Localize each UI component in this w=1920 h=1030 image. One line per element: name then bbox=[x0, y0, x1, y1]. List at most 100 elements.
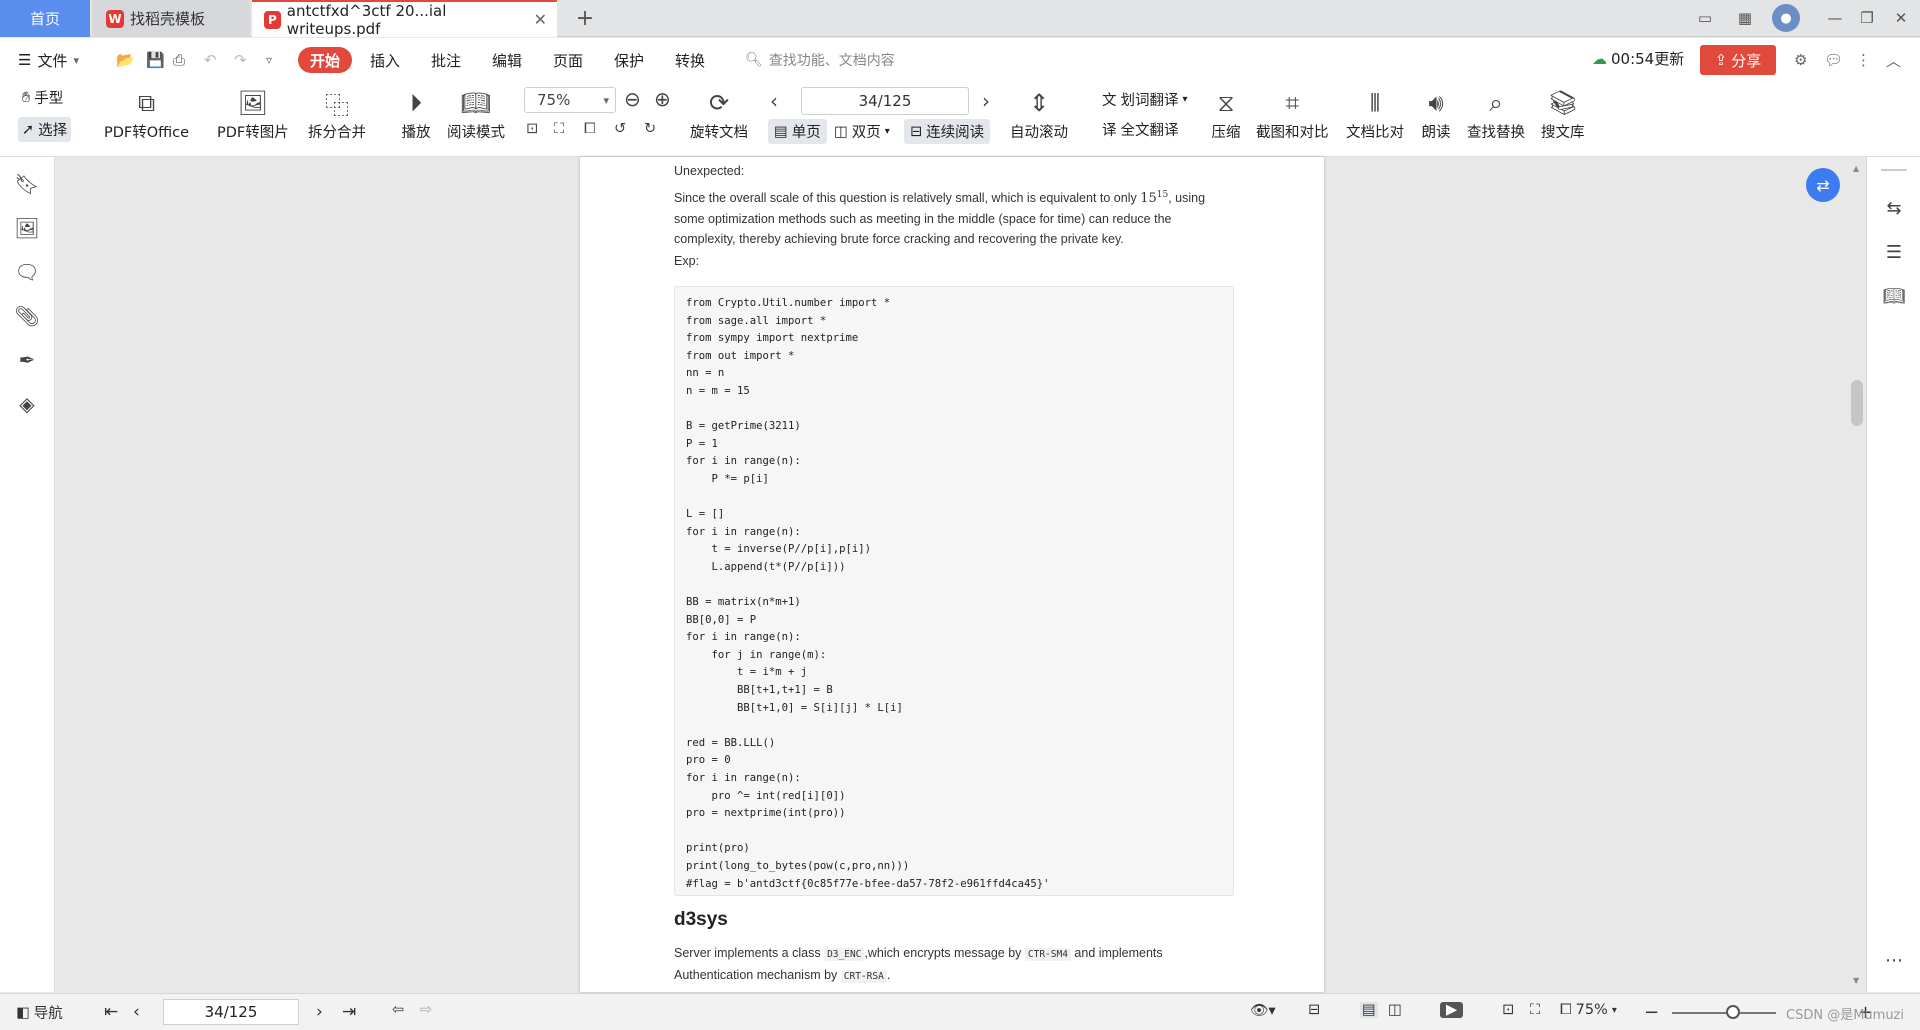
status-page-input[interactable]: 34/125 bbox=[163, 999, 299, 1025]
pdf-to-image-button[interactable]: 🖼︎ PDF转图片 bbox=[217, 87, 289, 142]
back-icon[interactable]: ⇦ bbox=[392, 1002, 404, 1018]
menu-protect[interactable]: 保护 bbox=[614, 47, 644, 73]
play-button[interactable]: ⏵ 播放 bbox=[400, 87, 432, 142]
collapse-ribbon-icon[interactable]: ︿ bbox=[1886, 47, 1901, 73]
read-mode-button[interactable]: 📖︎ 阅读模式 bbox=[447, 87, 505, 142]
zoom-slider[interactable] bbox=[1672, 1012, 1776, 1014]
layers-icon[interactable]: ◈ bbox=[14, 391, 40, 417]
full-translate-button[interactable]: 译 全文翻译 bbox=[1102, 119, 1179, 140]
close-window-icon[interactable]: ✕ bbox=[1888, 6, 1914, 30]
close-tab-icon[interactable]: ✕ bbox=[534, 10, 547, 29]
apps-grid-icon[interactable]: ▦ bbox=[1732, 6, 1758, 30]
rotate-left-icon[interactable]: ↺ bbox=[614, 121, 626, 137]
share-button[interactable]: ⇪ 分享 bbox=[1700, 45, 1776, 75]
continuous-view-icon[interactable]: ⊟ bbox=[1308, 1002, 1320, 1018]
zoom-out-icon[interactable]: ⊖ bbox=[624, 87, 641, 111]
layout-icon[interactable]: ▭ bbox=[1692, 6, 1718, 30]
rotate-document-button[interactable]: ⟳ 旋转文档 bbox=[690, 87, 748, 142]
floating-convert-icon[interactable]: ⇄ bbox=[1806, 168, 1840, 202]
hand-tool[interactable]: ✋︎ 手型 bbox=[22, 87, 63, 108]
bookmark-icon[interactable]: 🔖︎ bbox=[14, 171, 40, 197]
open-icon[interactable]: 📂 bbox=[116, 47, 135, 73]
scroll-up-icon[interactable]: ▲ bbox=[1853, 164, 1859, 173]
properties-sliders-icon[interactable]: ☰ bbox=[1881, 239, 1907, 265]
tab-templates[interactable]: W 找稻壳模板 bbox=[92, 0, 250, 37]
new-tab-button[interactable]: + bbox=[570, 0, 600, 37]
restore-icon[interactable]: ❐ bbox=[1854, 6, 1880, 30]
attachment-icon[interactable]: 📎︎ bbox=[14, 303, 40, 329]
auto-scroll-button[interactable]: ⇕ 自动滚动 bbox=[1010, 87, 1068, 142]
minimize-icon[interactable]: — bbox=[1822, 6, 1848, 30]
rotate-right-icon[interactable]: ↻ bbox=[644, 121, 656, 137]
save-icon[interactable]: 💾 bbox=[146, 47, 165, 73]
last-page-icon[interactable]: ⇥ bbox=[342, 1002, 356, 1022]
eye-protection-icon[interactable]: 👁︎▾ bbox=[1250, 1002, 1276, 1019]
menu-start[interactable]: 开始 bbox=[298, 47, 353, 73]
menu-annotate[interactable]: 批注 bbox=[431, 47, 461, 73]
screenshot-compare-button[interactable]: ⌗ 截图和对比 bbox=[1256, 87, 1329, 142]
zoom-out-icon[interactable]: − bbox=[1644, 1002, 1659, 1023]
fit-width-icon[interactable]: ⧠ bbox=[584, 121, 596, 137]
next-page-icon[interactable]: › bbox=[316, 1002, 323, 1022]
print-icon[interactable]: ⎙ bbox=[173, 47, 185, 73]
zoom-slider-knob[interactable] bbox=[1726, 1005, 1740, 1019]
next-page-icon[interactable]: › bbox=[982, 89, 990, 113]
comment-icon[interactable]: 🗨︎ bbox=[14, 259, 40, 285]
continuous-read-toggle[interactable]: ⊟ 连续阅读 bbox=[904, 119, 991, 144]
translate-panel-icon[interactable]: ⇆ bbox=[1881, 195, 1907, 221]
read-aloud-button[interactable]: 🔊︎ 朗读 bbox=[1420, 87, 1452, 142]
previous-page-icon[interactable]: ‹ bbox=[133, 1002, 140, 1022]
search-library-button[interactable]: 📚︎ 搜文库 bbox=[1541, 87, 1585, 142]
menu-convert[interactable]: 转换 bbox=[675, 47, 705, 73]
play-slideshow-icon[interactable]: ▶ bbox=[1440, 1002, 1464, 1018]
navigation-toggle[interactable]: ◧ 导航 bbox=[16, 1002, 63, 1023]
find-replace-button[interactable]: ⌕ 查找替换 bbox=[1467, 87, 1525, 142]
more-horizontal-icon[interactable]: ⋯ bbox=[1881, 947, 1907, 973]
more-vertical-icon[interactable]: ⋮ bbox=[1856, 47, 1871, 73]
pdf-to-office-button[interactable]: ⧉ PDF转Office bbox=[104, 87, 189, 142]
page-number-input[interactable]: 34/125 bbox=[801, 87, 969, 115]
double-page-view-icon[interactable]: ◫ bbox=[1388, 1002, 1402, 1018]
fit-page-icon[interactable]: ⛶ bbox=[1530, 1002, 1540, 1018]
book-search-icon[interactable]: 📖︎ bbox=[1881, 283, 1907, 309]
tab-document[interactable]: P antctfxd^3ctf 20...ial writeups.pdf ✕ bbox=[252, 0, 557, 38]
split-merge-button[interactable]: ⿻ 拆分合并 bbox=[308, 87, 366, 142]
status-zoom[interactable]: ⧠ 75% ▾ bbox=[1560, 1002, 1617, 1018]
function-search[interactable]: 🔍︎ 查找功能、文档内容 bbox=[745, 47, 895, 73]
signature-icon[interactable]: ✒︎ bbox=[14, 347, 40, 373]
undo-icon[interactable]: ↶ bbox=[204, 47, 217, 73]
word-translate-button[interactable]: 文 划词翻译 ▾ bbox=[1102, 89, 1188, 110]
document-compare-button[interactable]: ⫴ 文档比对 bbox=[1346, 87, 1404, 142]
scrollbar-thumb[interactable] bbox=[1851, 380, 1863, 426]
settings-gear-icon[interactable]: ⚙ bbox=[1794, 47, 1807, 73]
select-tool[interactable]: ➚ 选择 bbox=[18, 117, 72, 142]
scroll-down-icon[interactable]: ▼ bbox=[1853, 976, 1859, 985]
file-menu[interactable]: ☰ 文件 ▾ bbox=[18, 47, 79, 73]
feedback-icon[interactable]: 💬︎ bbox=[1824, 47, 1843, 73]
thumbnail-icon[interactable]: 🖼︎ bbox=[14, 215, 40, 241]
actual-size-icon[interactable]: ⊡ bbox=[526, 121, 538, 137]
sync-status[interactable]: ☁ 00:54更新 bbox=[1592, 48, 1684, 69]
inline-code-ctr-sm4: CTR-SM4 bbox=[1024, 948, 1071, 961]
redo-icon[interactable]: ↷ bbox=[234, 47, 247, 73]
single-page-view-icon[interactable]: ▤ bbox=[1360, 1002, 1378, 1018]
menu-edit[interactable]: 编辑 bbox=[492, 47, 522, 73]
first-page-icon[interactable]: ⇤ bbox=[104, 1002, 118, 1022]
zoom-in-icon[interactable]: ⊕ bbox=[654, 87, 671, 111]
forward-icon[interactable]: ⇨ bbox=[420, 1002, 432, 1018]
avatar[interactable]: ● bbox=[1772, 4, 1800, 32]
cursor-arrow-icon: ➚ bbox=[22, 121, 35, 138]
actual-size-icon[interactable]: ⊡ bbox=[1502, 1002, 1514, 1018]
vertical-scrollbar[interactable]: ▲ ▼ bbox=[1850, 160, 1864, 990]
double-page-toggle[interactable]: ◫ 双页 ▾ bbox=[834, 121, 890, 142]
fit-page-icon[interactable]: ⛶ bbox=[554, 121, 564, 137]
compress-button[interactable]: ⧖ 压缩 bbox=[1210, 87, 1242, 142]
menu-insert[interactable]: 插入 bbox=[370, 47, 400, 73]
previous-page-icon[interactable]: ‹ bbox=[770, 89, 778, 113]
menu-page[interactable]: 页面 bbox=[553, 47, 583, 73]
single-page-toggle[interactable]: ▤ 单页 bbox=[768, 119, 827, 144]
zoom-select[interactable]: 75% ▾ bbox=[524, 87, 616, 113]
tab-home[interactable]: 首页 bbox=[0, 0, 90, 37]
search-icon: 🔍︎ bbox=[745, 52, 763, 68]
quick-access-dropdown-icon[interactable]: ▿ bbox=[266, 47, 272, 73]
